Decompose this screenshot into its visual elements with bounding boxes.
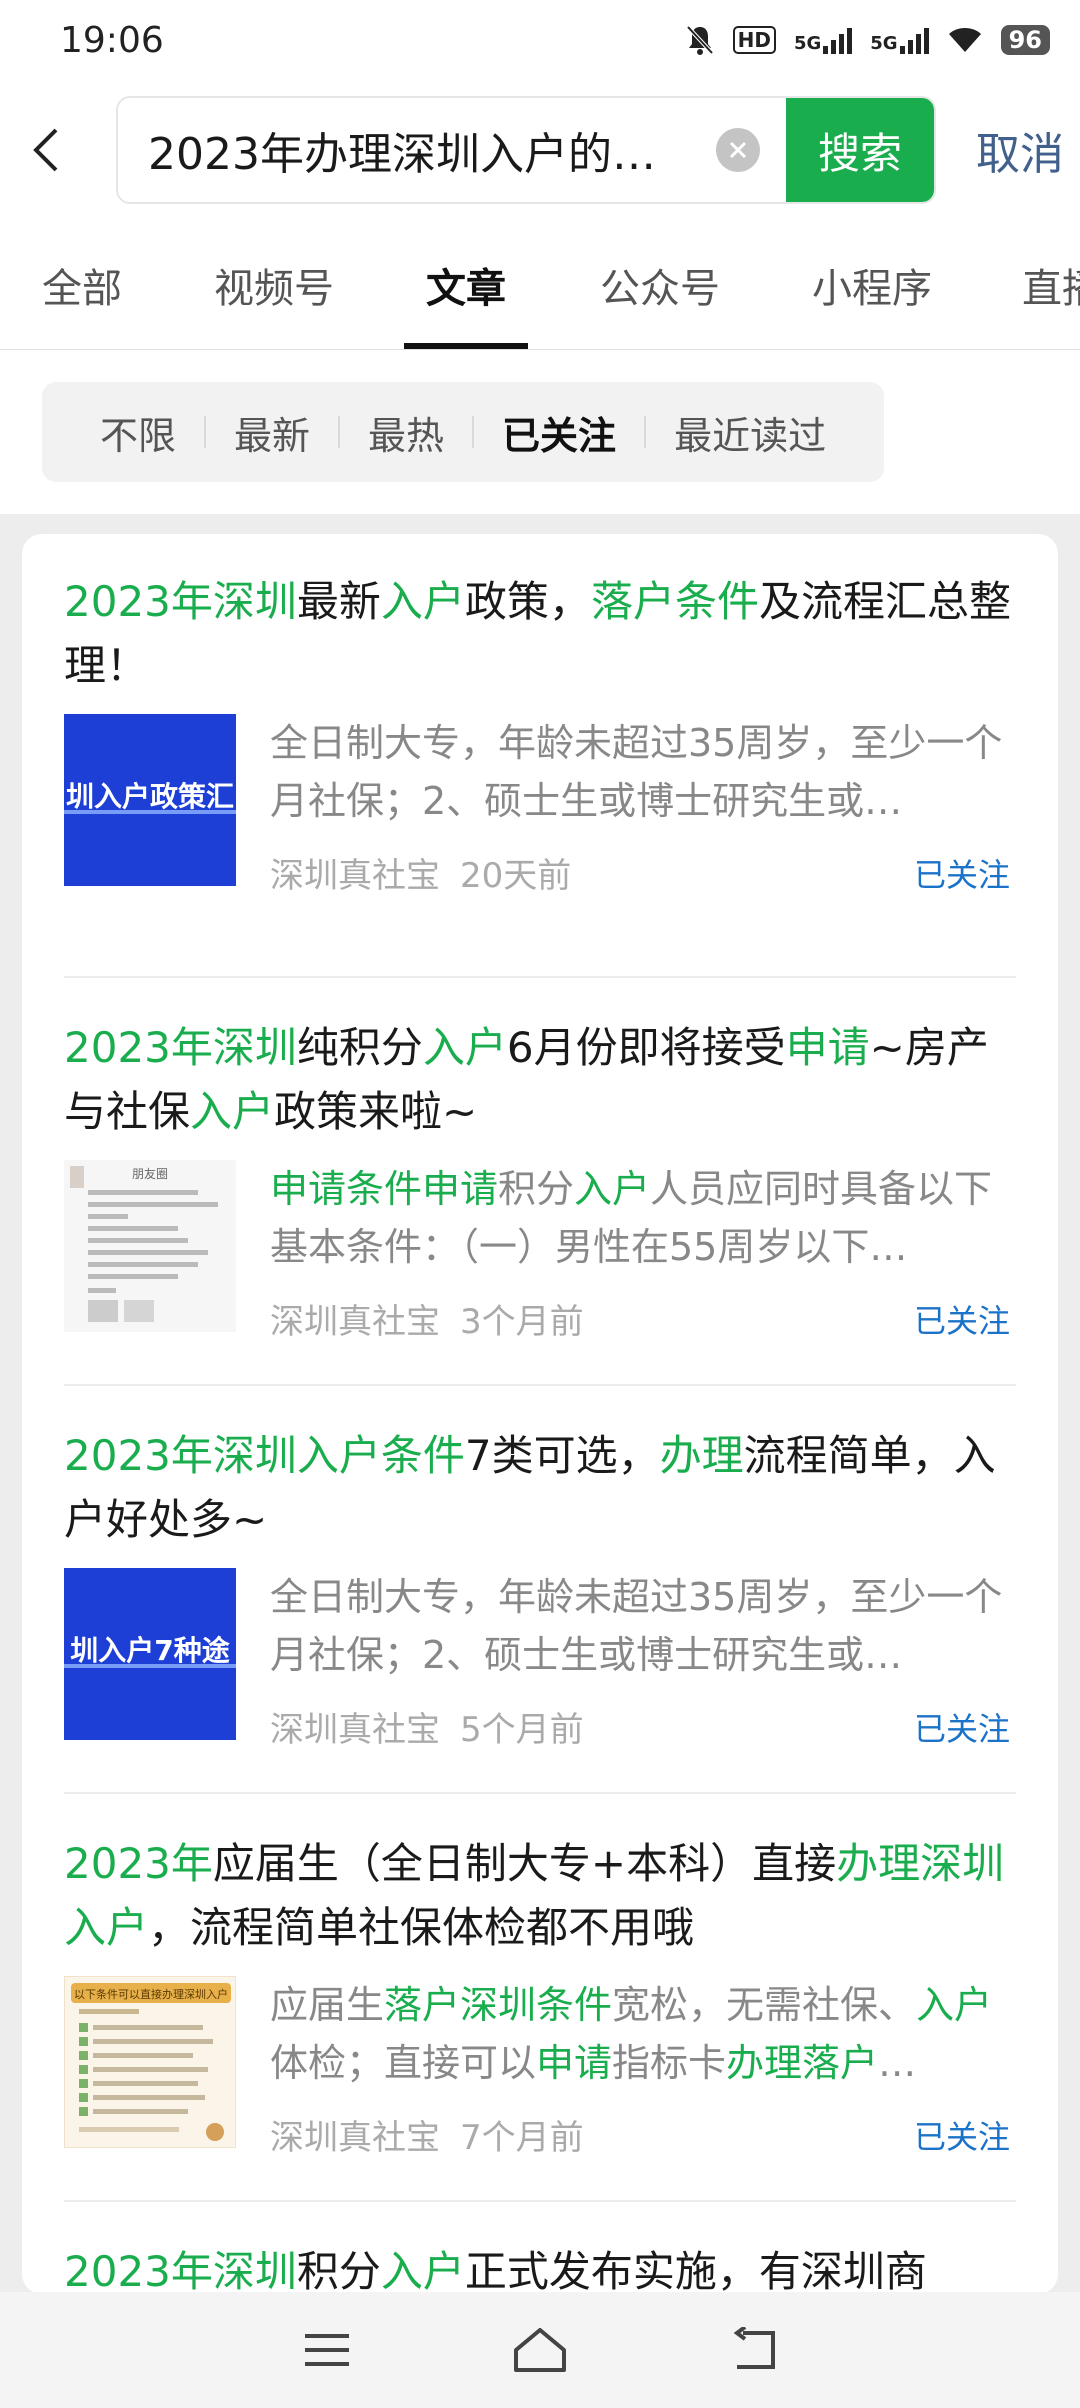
status-time: 19:06 [60,19,164,61]
search-box: 2023年办理深圳入户的… 搜索 [116,96,936,204]
article-item[interactable]: 2023年应届生（全日制大专+本科）直接办理深圳入户，流程简单社保体检都不用哦 … [64,1794,1016,2202]
clear-input-button[interactable] [716,128,760,172]
back-nav-icon[interactable] [723,2320,783,2380]
search-row: 2023年办理深圳入户的… 搜索 取消 [0,80,1080,220]
search-input[interactable]: 2023年办理深圳入户的… [118,118,716,182]
filter-bar: 不限 最新 最热 已关注 最近读过 [42,382,885,482]
article-title: 2023年深圳积分入户正式发布实施，有深圳商 [64,2247,927,2294]
article-snippet: 全日制大专，年龄未超过35周岁，至少一个月社保；2、硕士生或博士研究生或… [270,1575,1003,1677]
followed-badge: 已关注 [913,1709,1010,1748]
menu-icon[interactable] [297,2320,357,2380]
article-source: 深圳真社宝 7个月前 [270,2118,584,2158]
tab-mini-programs[interactable]: 小程序 [812,220,932,349]
chevron-left-icon [33,128,58,172]
tab-all[interactable]: 全部 [42,220,122,349]
wifi-icon [948,28,981,52]
signal-2-icon: 5G [870,26,929,54]
article-snippet: 应届生落户深圳条件宽松，无需社保、入户体检；直接可以申请指标卡办理落户… [270,1983,993,2085]
article-time: 5个月前 [460,1710,584,1750]
article-thumbnail: 圳入户7种途 [64,1568,236,1740]
filter-unlimited[interactable]: 不限 [72,405,204,460]
filter-recently-read[interactable]: 最近读过 [646,405,854,460]
article-title: 2023年深圳纯积分入户6月份即将接受申请~房产与社保入户政策来啦~ [64,1023,989,1136]
svg-text:朋友圈: 朋友圈 [132,1167,168,1181]
home-icon[interactable] [510,2320,570,2380]
mute-bell-icon [686,25,714,55]
svg-text:以下条件可以直接办理深圳入户: 以下条件可以直接办理深圳入户 [74,1987,228,2001]
hd-badge: HD [732,26,776,54]
article-time: 7个月前 [460,2118,584,2158]
category-tabs: 全部 视频号 文章 公众号 小程序 直播 [0,220,1080,350]
signal-1-icon: 5G [794,26,853,54]
article-time: 3个月前 [460,1302,584,1342]
cancel-button[interactable]: 取消 [976,118,1064,182]
battery-indicator: 96 [1000,25,1050,55]
article-title: 2023年深圳最新入户政策，落户条件及流程汇总整理！ [64,577,1011,690]
article-title: 2023年深圳入户条件7类可选，办理流程简单，入户好处多~ [64,1431,996,1544]
followed-badge: 已关注 [913,855,1010,894]
article-thumbnail: 圳入户政策汇 [64,714,236,886]
tab-video[interactable]: 视频号 [214,220,334,349]
filter-followed[interactable]: 已关注 [474,405,644,460]
filter-hottest[interactable]: 最热 [340,405,472,460]
tab-articles[interactable]: 文章 [404,220,528,349]
article-source: 深圳真社宝 5个月前 [270,1710,584,1750]
article-item[interactable]: 2023年深圳最新入户政策，落户条件及流程汇总整理！ 圳入户政策汇 全日制大专，… [64,570,1016,978]
followed-badge: 已关注 [913,1301,1010,1340]
system-nav-bar [0,2292,1080,2408]
tab-official-accounts[interactable]: 公众号 [600,220,720,349]
article-snippet: 全日制大专，年龄未超过35周岁，至少一个月社保；2、硕士生或博士研究生或… [270,721,1003,823]
article-item[interactable]: 2023年深圳入户条件7类可选，办理流程简单，入户好处多~ 圳入户7种途 全日制… [64,1386,1016,1794]
article-item[interactable]: 2023年深圳积分入户正式发布实施，有深圳商 [64,2202,1016,2294]
close-icon [729,141,747,159]
article-source: 深圳真社宝 3个月前 [270,1302,584,1342]
filter-row: 不限 最新 最热 已关注 最近读过 [0,350,1080,514]
article-title: 2023年应届生（全日制大专+本科）直接办理深圳入户，流程简单社保体检都不用哦 [64,1839,1005,1952]
article-time: 20天前 [460,856,572,896]
status-bar: 19:06 HD 5G 5G 96 [0,0,1080,80]
tab-live[interactable]: 直播 [1022,220,1080,349]
status-icons: HD 5G 5G 96 [685,24,1050,56]
article-source: 深圳真社宝 20天前 [270,856,572,896]
article-item[interactable]: 2023年深圳纯积分入户6月份即将接受申请~房产与社保入户政策来啦~ 朋友圈 申… [64,978,1016,1386]
article-thumbnail: 以下条件可以直接办理深圳入户 [64,1976,236,2148]
followed-badge: 已关注 [913,2117,1010,2156]
filter-latest[interactable]: 最新 [206,405,338,460]
back-button[interactable] [30,110,86,190]
article-thumbnail: 朋友圈 [64,1160,236,1332]
results-card: 2023年深圳最新入户政策，落户条件及流程汇总整理！ 圳入户政策汇 全日制大专，… [22,534,1058,2294]
search-button[interactable]: 搜索 [786,98,934,202]
article-snippet: 申请条件申请积分入户人员应同时具备以下基本条件：（一）男性在55周岁以下… [270,1167,993,1269]
